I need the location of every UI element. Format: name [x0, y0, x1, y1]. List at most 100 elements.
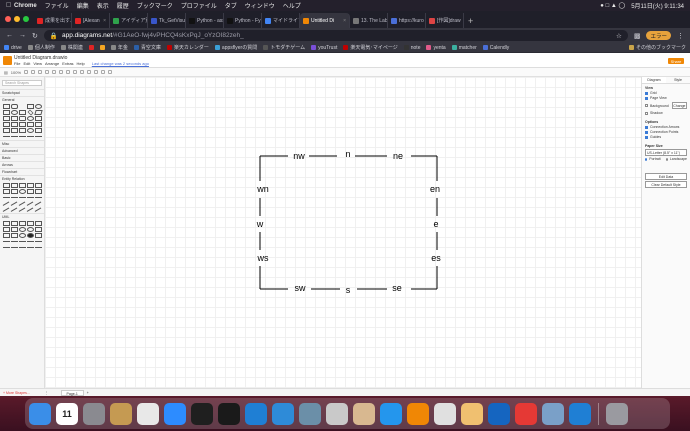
- uml-actor[interactable]: [27, 227, 34, 232]
- clear-default-style-button[interactable]: Clear Default Style: [645, 181, 687, 188]
- label-s[interactable]: s: [346, 285, 351, 295]
- er-table-3[interactable]: [19, 183, 26, 188]
- connection-points-checkbox[interactable]: [645, 130, 648, 134]
- menu-app-name[interactable]: Chrome: [14, 3, 37, 9]
- background-checkbox[interactable]: [645, 104, 648, 107]
- zoom-icon[interactable]: [164, 402, 186, 425]
- browser-tab[interactable]: Tk_GetVisu×: [148, 13, 186, 28]
- er-line-3[interactable]: [19, 197, 26, 200]
- er-line-7[interactable]: [10, 201, 19, 208]
- uml-assoc[interactable]: [3, 241, 10, 244]
- er-weak[interactable]: [35, 189, 42, 194]
- paper-size-select[interactable]: US-Letter (8.5" x 11"): [645, 149, 687, 156]
- label-e[interactable]: e: [433, 219, 438, 229]
- er-table-4[interactable]: [27, 183, 34, 188]
- browser-tab[interactable]: Python - ass×: [186, 13, 224, 28]
- shape-ellipse[interactable]: [35, 104, 42, 109]
- delete-icon[interactable]: [52, 70, 57, 74]
- er-line-1[interactable]: [3, 197, 10, 200]
- shape-note[interactable]: [3, 128, 10, 133]
- diagram-canvas[interactable]: nw n ne wn en w e ws es sw s se: [45, 77, 641, 388]
- uml-lifeline[interactable]: [11, 233, 18, 238]
- save-status[interactable]: Last change was 2 seconds ago: [92, 61, 149, 66]
- uml-sync[interactable]: [27, 247, 34, 250]
- minimize-window-icon[interactable]: [14, 16, 20, 22]
- zoom-out-icon[interactable]: [31, 70, 36, 74]
- er-entity[interactable]: [3, 189, 10, 194]
- guides-checkbox[interactable]: [645, 135, 648, 139]
- shape-hexagon[interactable]: [3, 116, 10, 121]
- uml-boundary[interactable]: [35, 227, 42, 232]
- format-toggle-icon[interactable]: ▤: [4, 70, 8, 75]
- drawio-menu-edit[interactable]: Edit: [23, 61, 30, 66]
- drawio-menu-arrange[interactable]: Arrange: [45, 61, 59, 66]
- preview-icon[interactable]: [461, 402, 483, 425]
- close-window-icon[interactable]: [5, 16, 11, 22]
- uml-component[interactable]: [35, 221, 42, 226]
- trash-icon[interactable]: [606, 402, 628, 425]
- shape-internal-storage[interactable]: [3, 122, 10, 127]
- uml-real[interactable]: [27, 241, 34, 244]
- bookmark-item[interactable]: 年金: [110, 44, 128, 51]
- menu-file[interactable]: ファイル: [45, 1, 69, 10]
- er-line-5[interactable]: [35, 197, 42, 200]
- bookmark-item[interactable]: 青空文庫: [133, 44, 161, 51]
- browser-tab[interactable]: 成果を出す人×: [34, 13, 72, 28]
- er-line-9[interactable]: [26, 201, 35, 208]
- shape-circle[interactable]: [11, 110, 18, 115]
- shape-rounded[interactable]: [11, 104, 18, 109]
- uml-comp[interactable]: [3, 247, 10, 250]
- shape-square[interactable]: [3, 110, 10, 115]
- to-back-icon[interactable]: [66, 70, 71, 74]
- portrait-radio[interactable]: [645, 157, 648, 161]
- label-es[interactable]: es: [431, 253, 441, 263]
- safari-icon[interactable]: [272, 402, 294, 425]
- bookmark-item[interactable]: [99, 44, 105, 51]
- menu-tab[interactable]: タブ: [225, 1, 237, 10]
- browser-tab[interactable]: [Alexan ×: [72, 13, 110, 28]
- shape-cube[interactable]: [11, 122, 18, 127]
- terminal-icon[interactable]: [218, 402, 240, 425]
- label-nw[interactable]: nw: [293, 151, 305, 161]
- uml-dep[interactable]: [11, 241, 18, 244]
- more-menu-icon[interactable]: ⋮: [677, 32, 684, 40]
- vscode-window-icon[interactable]: [569, 402, 591, 425]
- page-menu-icon[interactable]: ⋮: [45, 391, 49, 395]
- uml-gen[interactable]: [19, 241, 26, 244]
- shape-triangle[interactable]: [11, 116, 18, 121]
- menu-clock[interactable]: 5月11日(火) 9:11:34: [631, 1, 684, 10]
- bookmark-star-icon[interactable]: ☆: [616, 32, 622, 40]
- shape-cylinder[interactable]: [19, 116, 26, 121]
- category-entity-relation[interactable]: Entity Relation: [0, 175, 44, 182]
- shape-process[interactable]: [19, 110, 26, 115]
- shape-rectangle[interactable]: [3, 104, 10, 109]
- landscape-radio[interactable]: [665, 157, 668, 161]
- zoom-in-icon[interactable]: [24, 70, 29, 74]
- screenshot-icon[interactable]: [542, 402, 564, 425]
- er-entity-2[interactable]: [11, 189, 18, 194]
- menu-edit[interactable]: 編集: [77, 1, 89, 10]
- tab-close-icon[interactable]: ×: [343, 18, 346, 24]
- bookmark-item[interactable]: [88, 44, 94, 51]
- archive-icon[interactable]: [110, 402, 132, 425]
- category-arrows[interactable]: Arrows: [0, 161, 44, 168]
- page-tab[interactable]: Page-1: [60, 389, 84, 396]
- drawio-menu-view[interactable]: View: [33, 61, 42, 66]
- uml-activity[interactable]: [35, 233, 42, 238]
- edit-data-button[interactable]: Edit Data: [645, 173, 687, 180]
- page-view-checkbox[interactable]: [645, 96, 648, 100]
- redo-icon[interactable]: [45, 70, 50, 74]
- apple-icon[interactable]: : [6, 2, 14, 9]
- bookmark-item[interactable]: appsflyerの質問: [214, 44, 257, 51]
- infinity-icon[interactable]: [488, 402, 510, 425]
- tab-diagram[interactable]: Diagram: [642, 77, 666, 83]
- browser-tab[interactable]: Untitled Di ×: [300, 13, 350, 28]
- bookmark-item[interactable]: 個人制作: [27, 44, 55, 51]
- connection-arrows-checkbox[interactable]: [645, 125, 648, 129]
- connection-icon[interactable]: [94, 70, 99, 74]
- label-en[interactable]: en: [430, 184, 440, 194]
- drawio-icon[interactable]: [407, 402, 429, 425]
- finder-icon[interactable]: [29, 402, 51, 425]
- shape-trapezoid[interactable]: [27, 122, 34, 127]
- to-front-icon[interactable]: [59, 70, 64, 74]
